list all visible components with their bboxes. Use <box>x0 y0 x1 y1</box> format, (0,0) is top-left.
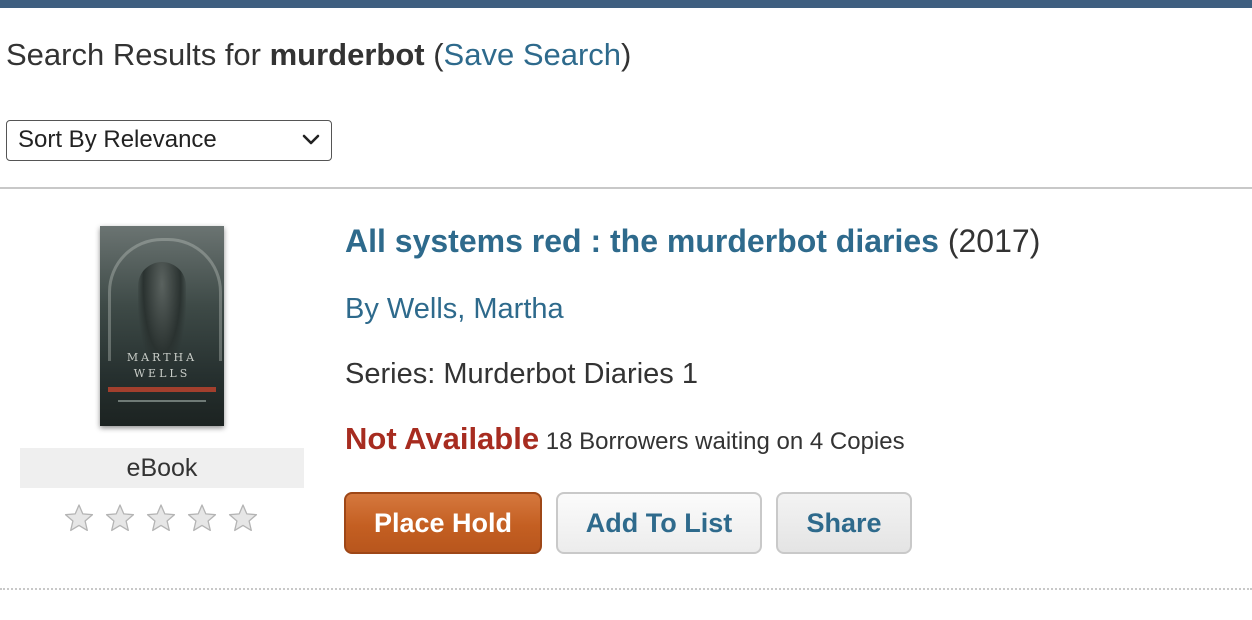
top-bar <box>0 0 1252 8</box>
star-icon[interactable] <box>64 503 94 533</box>
book-cover-image[interactable]: MARTHA WELLS <box>100 226 224 426</box>
series-info: Series: Murderbot Diaries 1 <box>345 358 698 390</box>
availability-detail: 18 Borrowers waiting on 4 Copies <box>539 428 905 455</box>
result-title-line: All systems red : the murderbot diaries … <box>345 223 1040 260</box>
format-label: eBook <box>20 448 304 488</box>
cover-author-last: WELLS <box>133 367 191 380</box>
author-link[interactable]: By Wells, Martha <box>345 293 564 326</box>
results-divider <box>0 187 1252 189</box>
star-rating[interactable] <box>64 503 258 535</box>
availability-status: Not Available <box>345 421 540 456</box>
star-icon[interactable] <box>187 503 217 533</box>
add-to-list-button[interactable]: Add To List <box>556 492 762 554</box>
cover-title-bar <box>108 387 216 392</box>
result-title-link[interactable]: All systems red : the murderbot diaries <box>345 223 939 259</box>
result-separator <box>0 588 1252 590</box>
place-hold-button[interactable]: Place Hold <box>344 492 542 554</box>
availability-line: Not Available 18 Borrowers waiting on 4 … <box>345 421 905 457</box>
search-results-heading: Search Results for murderbot (Save Searc… <box>6 37 631 73</box>
result-year: (2017) <box>938 223 1041 259</box>
share-button[interactable]: Share <box>776 492 912 554</box>
sort-selected-value: Sort By Relevance <box>18 126 217 153</box>
search-heading-prefix: Search Results for <box>6 37 270 72</box>
chevron-down-icon <box>302 134 320 145</box>
save-search-link[interactable]: Save Search <box>444 37 622 72</box>
star-icon[interactable] <box>146 503 176 533</box>
close-paren: ) <box>621 37 632 72</box>
cover-author-first: MARTHA <box>126 351 198 364</box>
sort-select[interactable]: Sort By Relevance <box>6 120 332 161</box>
star-icon[interactable] <box>228 503 258 533</box>
open-paren: ( <box>424 37 444 72</box>
search-term: murderbot <box>269 37 425 72</box>
cover-subtitle-bar <box>118 400 206 402</box>
star-icon[interactable] <box>105 503 135 533</box>
